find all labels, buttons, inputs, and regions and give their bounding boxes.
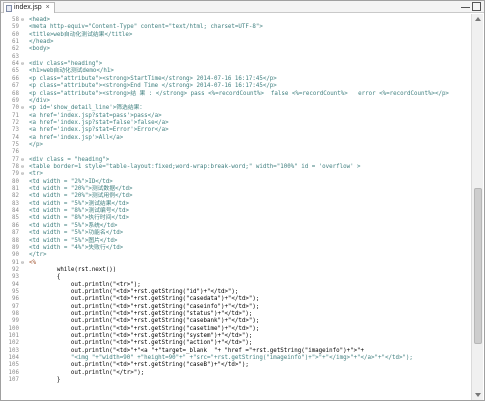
minimize-icon[interactable] — [461, 2, 470, 8]
code-line[interactable]: 107 } — [1, 376, 471, 384]
code-editor[interactable]: 58 ⊖ <head> 59 <meta http-equiv="Content-Typ… — [1, 14, 471, 400]
tab-label: index.jsp — [14, 4, 42, 11]
close-icon[interactable]: × — [46, 3, 50, 13]
scrollbar-thumb[interactable] — [474, 188, 482, 344]
editor-tab-bar: index.jsp × — [1, 1, 484, 13]
tab-index-jsp[interactable]: index.jsp × — [3, 2, 55, 13]
editor-window: index.jsp × 58 ⊖ <head> 59 <meta http-equiv=… — [0, 0, 485, 401]
jsp-file-icon — [6, 4, 12, 12]
scroll-up-arrow-icon[interactable] — [475, 17, 481, 21]
maximize-icon[interactable] — [472, 2, 481, 11]
line-number: 107 — [8, 377, 19, 384]
scroll-down-arrow-icon[interactable] — [475, 393, 481, 397]
vertical-scrollbar[interactable] — [471, 14, 483, 400]
code-text: } — [29, 377, 61, 384]
